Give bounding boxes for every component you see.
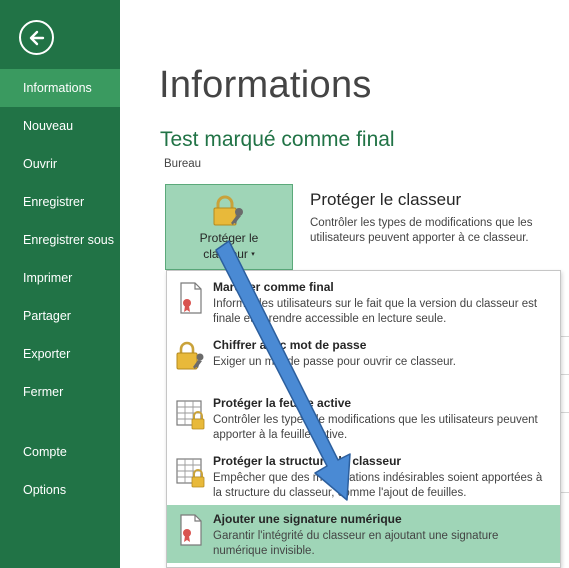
chevron-down-icon: ▾ <box>251 250 255 258</box>
menu-item-protect-structure[interactable]: Protéger la structure du classeur Empêch… <box>167 447 560 505</box>
document-name: Test marqué comme final <box>160 128 395 151</box>
menu-item-title: Protéger la structure du classeur <box>213 454 402 468</box>
nav-imprimer[interactable]: Imprimer <box>0 259 120 297</box>
menu-item-title: Marquer comme final <box>213 280 334 294</box>
nav-informations[interactable]: Informations <box>0 69 120 107</box>
nav-compte[interactable]: Compte <box>0 433 120 471</box>
lock-key-icon <box>213 195 243 226</box>
nav-enregistrer-sous[interactable]: Enregistrer sous <box>0 221 120 259</box>
menu-item-description: Contrôler les types de modifications que… <box>213 414 538 441</box>
protect-workbook-menu: Marquer comme final Informer les utilisa… <box>166 270 561 568</box>
sheet-lock-icon <box>176 400 205 430</box>
menu-item-title: Chiffrer avec mot de passe <box>213 338 367 352</box>
page-title: Informations <box>159 64 372 106</box>
menu-item-add-digital-signature[interactable]: Ajouter une signature numérique Garantir… <box>167 505 560 563</box>
menu-item-mark-as-final[interactable]: Marquer comme final Informer les utilisa… <box>167 273 560 331</box>
protect-workbook-label: Protéger le classeur ▾ <box>166 230 292 263</box>
nav-enregistrer[interactable]: Enregistrer <box>0 183 120 221</box>
document-ribbon-icon <box>180 282 202 314</box>
menu-item-title: Ajouter une signature numérique <box>213 512 402 526</box>
lock-key-icon <box>176 341 204 370</box>
menu-item-description: Exiger un mot de passe pour ouvrir ce cl… <box>213 356 456 368</box>
protect-label-line2: classeur <box>203 247 248 261</box>
protect-section-description: Contrôler les types de modifications que… <box>310 217 533 244</box>
signature-ribbon-icon <box>180 514 202 546</box>
nav-ouvrir[interactable]: Ouvrir <box>0 145 120 183</box>
nav-nouveau[interactable]: Nouveau <box>0 107 120 145</box>
nav-options[interactable]: Options <box>0 471 120 509</box>
nav-partager[interactable]: Partager <box>0 297 120 335</box>
workbook-lock-icon <box>176 458 205 488</box>
menu-item-description: Empêcher que des modifications indésirab… <box>213 472 543 499</box>
back-button[interactable] <box>19 20 54 55</box>
menu-item-title: Protéger la feuille active <box>213 396 352 410</box>
menu-item-description: Garantir l'intégrité du classeur en ajou… <box>213 530 499 557</box>
nav-exporter[interactable]: Exporter <box>0 335 120 373</box>
menu-item-protect-sheet[interactable]: Protéger la feuille active Contrôler les… <box>167 389 560 447</box>
nav-fermer[interactable]: Fermer <box>0 373 120 411</box>
protect-section-heading: Protéger le classeur <box>310 190 462 209</box>
back-arrow-icon <box>29 30 45 46</box>
backstage-sidebar: Informations Nouveau Ouvrir Enregistrer … <box>0 0 120 568</box>
menu-item-description: Informer les utilisateurs sur le fait qu… <box>213 298 538 325</box>
protect-label-line1: Protéger le <box>199 231 259 245</box>
document-location: Bureau <box>164 158 202 170</box>
menu-item-encrypt-password[interactable]: Chiffrer avec mot de passe Exiger un mot… <box>167 331 560 389</box>
protect-workbook-button[interactable]: Protéger le classeur ▾ <box>165 184 293 270</box>
